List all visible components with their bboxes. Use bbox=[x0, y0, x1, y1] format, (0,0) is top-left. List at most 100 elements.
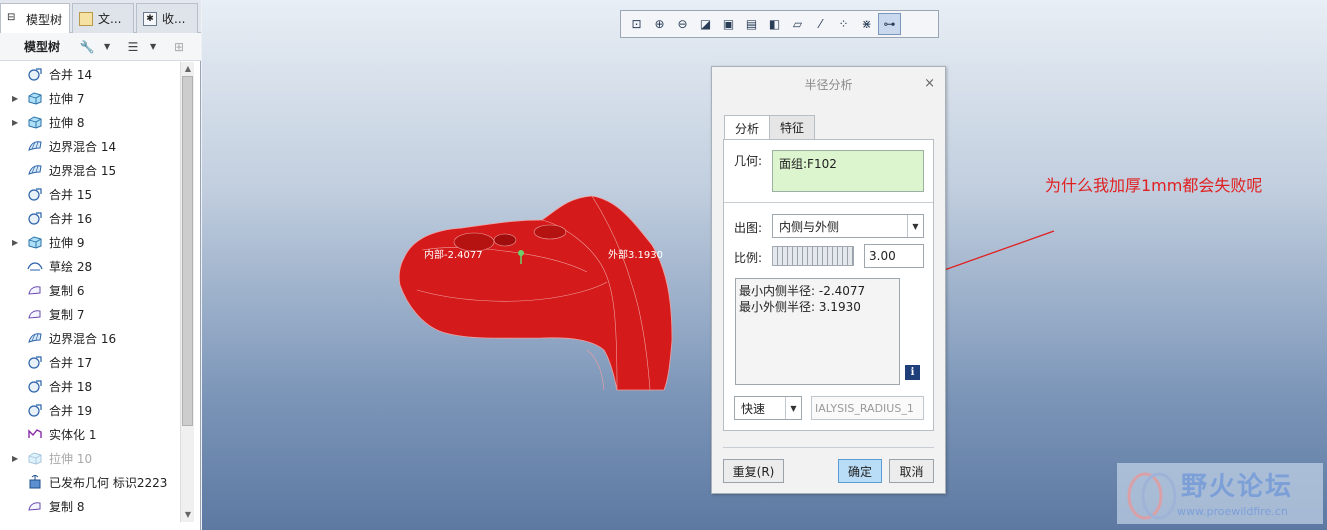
display-style-icon[interactable]: ▣ bbox=[717, 13, 740, 35]
tree-item[interactable]: ▶ 拉伸 7 bbox=[0, 86, 180, 110]
tree-item-label: 合并 16 bbox=[49, 211, 93, 226]
merge-icon bbox=[27, 379, 43, 393]
expand-arrow-icon[interactable]: ▶ bbox=[12, 94, 18, 103]
tree-item-label: 实体化 1 bbox=[49, 427, 97, 442]
plane-display-icon[interactable]: ▱ bbox=[786, 13, 809, 35]
point-display-icon[interactable]: ⁘ bbox=[832, 13, 855, 35]
scroll-down-icon[interactable]: ▼ bbox=[181, 508, 195, 522]
tab-favorites[interactable]: ✱ 收... bbox=[136, 3, 198, 33]
red-surface-model[interactable] bbox=[392, 190, 692, 400]
tree-item[interactable]: 边界混合 16 bbox=[0, 326, 180, 350]
results-box: 最小内侧半径: -2.4077 最小外侧半径: 3.1930 bbox=[735, 278, 900, 385]
divider bbox=[724, 202, 933, 203]
tree-item[interactable]: 合并 17 bbox=[0, 350, 180, 374]
tree-item-label: 合并 14 bbox=[49, 67, 93, 82]
model-tree-panel: ⊟ 模型树 文... ✱ 收... 模型树 🔧 ▼ ☰ ▼ ⊞ 合并 14 ▶ 拉伸… bbox=[0, 0, 201, 530]
tree-item[interactable]: 合并 16 bbox=[0, 206, 180, 230]
tree-scrollbar[interactable]: ▲ ▼ bbox=[180, 62, 194, 522]
tab-folder-label: 文... bbox=[98, 12, 122, 26]
filter-icon[interactable]: ⊞ bbox=[170, 38, 188, 56]
tree-item[interactable]: 复制 7 bbox=[0, 302, 180, 326]
tree-item[interactable]: 实体化 1 bbox=[0, 422, 180, 446]
extrude-icon bbox=[27, 91, 43, 105]
ok-button[interactable]: 确定 bbox=[838, 459, 882, 483]
outer-radius-label: 外部3.1930 bbox=[608, 250, 663, 261]
tree-item-label: 复制 6 bbox=[49, 283, 85, 298]
cancel-button[interactable]: 取消 bbox=[889, 459, 934, 483]
scroll-up-icon[interactable]: ▲ bbox=[181, 62, 195, 76]
tree-item-label: 边界混合 15 bbox=[49, 163, 117, 178]
tree-item-label: 拉伸 9 bbox=[49, 235, 85, 250]
tree-item-label: 已发布几何 标识2223 bbox=[49, 475, 168, 490]
merge-icon bbox=[27, 355, 43, 369]
dialog-tabs: 分析 特征 bbox=[724, 115, 816, 140]
repaint-icon[interactable]: ◪ bbox=[694, 13, 717, 35]
tree-item[interactable]: 边界混合 14 bbox=[0, 134, 180, 158]
tree-item[interactable]: 合并 18 bbox=[0, 374, 180, 398]
tree-item[interactable]: ▶ 拉伸 8 bbox=[0, 110, 180, 134]
tree-item-label: 合并 19 bbox=[49, 403, 93, 418]
geometry-collector[interactable]: 面组:F102 bbox=[772, 150, 924, 192]
tree-item[interactable]: 草绘 28 bbox=[0, 254, 180, 278]
merge-icon bbox=[27, 211, 43, 225]
tree-item[interactable]: 已发布几何 标识2223 bbox=[0, 470, 180, 494]
feature-name-input[interactable]: IALYSIS_RADIUS_1 bbox=[811, 396, 924, 420]
watermark-title: 野火论坛 bbox=[1181, 472, 1294, 502]
extrude-icon bbox=[27, 115, 43, 129]
tab-folder-browser[interactable]: 文... bbox=[72, 3, 134, 33]
forum-watermark: 野火论坛 www.proewildfire.cn bbox=[1117, 463, 1323, 524]
tree-item[interactable]: 复制 6 bbox=[0, 278, 180, 302]
boundary-blend-icon bbox=[27, 331, 43, 345]
tree-item[interactable]: 复制 8 bbox=[0, 494, 180, 518]
repeat-button[interactable]: 重复(R) bbox=[723, 459, 784, 483]
tab-analysis[interactable]: 分析 bbox=[724, 115, 771, 140]
tree-item[interactable]: 合并 19 bbox=[0, 398, 180, 422]
tree-item[interactable]: ▶ 拉伸 9 bbox=[0, 230, 180, 254]
scale-input[interactable]: 3.00 bbox=[864, 244, 924, 268]
expand-arrow-icon[interactable]: ▶ bbox=[12, 238, 18, 247]
chevron-down-icon[interactable]: ▼ bbox=[907, 215, 923, 237]
axis-display-icon[interactable]: ⁄ bbox=[809, 13, 832, 35]
extrude-icon bbox=[27, 235, 43, 249]
info-icon[interactable]: i bbox=[905, 365, 920, 380]
expand-arrow-icon[interactable]: ▶ bbox=[12, 454, 18, 463]
tab-feature[interactable]: 特征 bbox=[769, 115, 816, 139]
tree-item[interactable]: 合并 14 bbox=[0, 62, 180, 86]
speed-select-value: 快速 bbox=[741, 401, 766, 416]
chevron-down-icon[interactable]: ▼ bbox=[144, 38, 162, 56]
zoom-in-icon[interactable]: ⊕ bbox=[648, 13, 671, 35]
folder-icon bbox=[79, 11, 93, 26]
saved-views-icon[interactable]: ▤ bbox=[740, 13, 763, 35]
tree-item-label: 拉伸 8 bbox=[49, 115, 85, 130]
tab-model-tree[interactable]: ⊟ 模型树 bbox=[0, 3, 70, 34]
dialog-title-bar[interactable]: 半径分析 × bbox=[712, 67, 945, 101]
model-tree-toolbar: 模型树 🔧 ▼ ☰ ▼ ⊞ bbox=[0, 33, 201, 61]
expand-arrow-icon[interactable]: ▶ bbox=[12, 118, 18, 127]
view-manager-icon[interactable]: ◧ bbox=[763, 13, 786, 35]
refit-icon[interactable]: ⊡ bbox=[625, 13, 648, 35]
tree-item-label: 边界混合 14 bbox=[49, 139, 117, 154]
wildfire-logo-icon bbox=[1127, 472, 1177, 520]
view-toolbar: ⊡ ⊕ ⊖ ◪ ▣ ▤ ◧ ▱ ⁄ ⁘ ⋇ ⊶ bbox=[620, 10, 939, 38]
tree-icon: ⊟ bbox=[7, 12, 16, 23]
tree-item[interactable]: 合并 15 bbox=[0, 182, 180, 206]
tree-item-label: 边界混合 16 bbox=[49, 331, 117, 346]
annotation-question: 为什么我加厚1mm都会失败呢 bbox=[1045, 176, 1263, 195]
show-list-icon[interactable]: ☰ bbox=[124, 38, 142, 56]
tree-item[interactable]: 边界混合 15 bbox=[0, 158, 180, 182]
plot-select[interactable]: 内侧与外侧 ▼ bbox=[772, 214, 924, 238]
speed-select[interactable]: 快速 ▼ bbox=[734, 396, 802, 420]
tree-item[interactable]: ▶ 拉伸 10 bbox=[0, 446, 180, 470]
csys-display-icon[interactable]: ⋇ bbox=[855, 13, 878, 35]
sketch-icon bbox=[27, 259, 43, 273]
close-icon[interactable]: × bbox=[924, 76, 935, 91]
settings-tools-icon[interactable]: 🔧 bbox=[78, 38, 96, 56]
zoom-out-icon[interactable]: ⊖ bbox=[671, 13, 694, 35]
scale-slider[interactable] bbox=[772, 246, 854, 266]
chevron-down-icon[interactable]: ▼ bbox=[785, 397, 801, 419]
tree-item-label: 拉伸 10 bbox=[49, 451, 93, 466]
annotation-display-icon[interactable]: ⊶ bbox=[878, 13, 901, 35]
scroll-thumb[interactable] bbox=[182, 76, 193, 426]
merge-icon bbox=[27, 67, 43, 81]
chevron-down-icon[interactable]: ▼ bbox=[98, 38, 116, 56]
